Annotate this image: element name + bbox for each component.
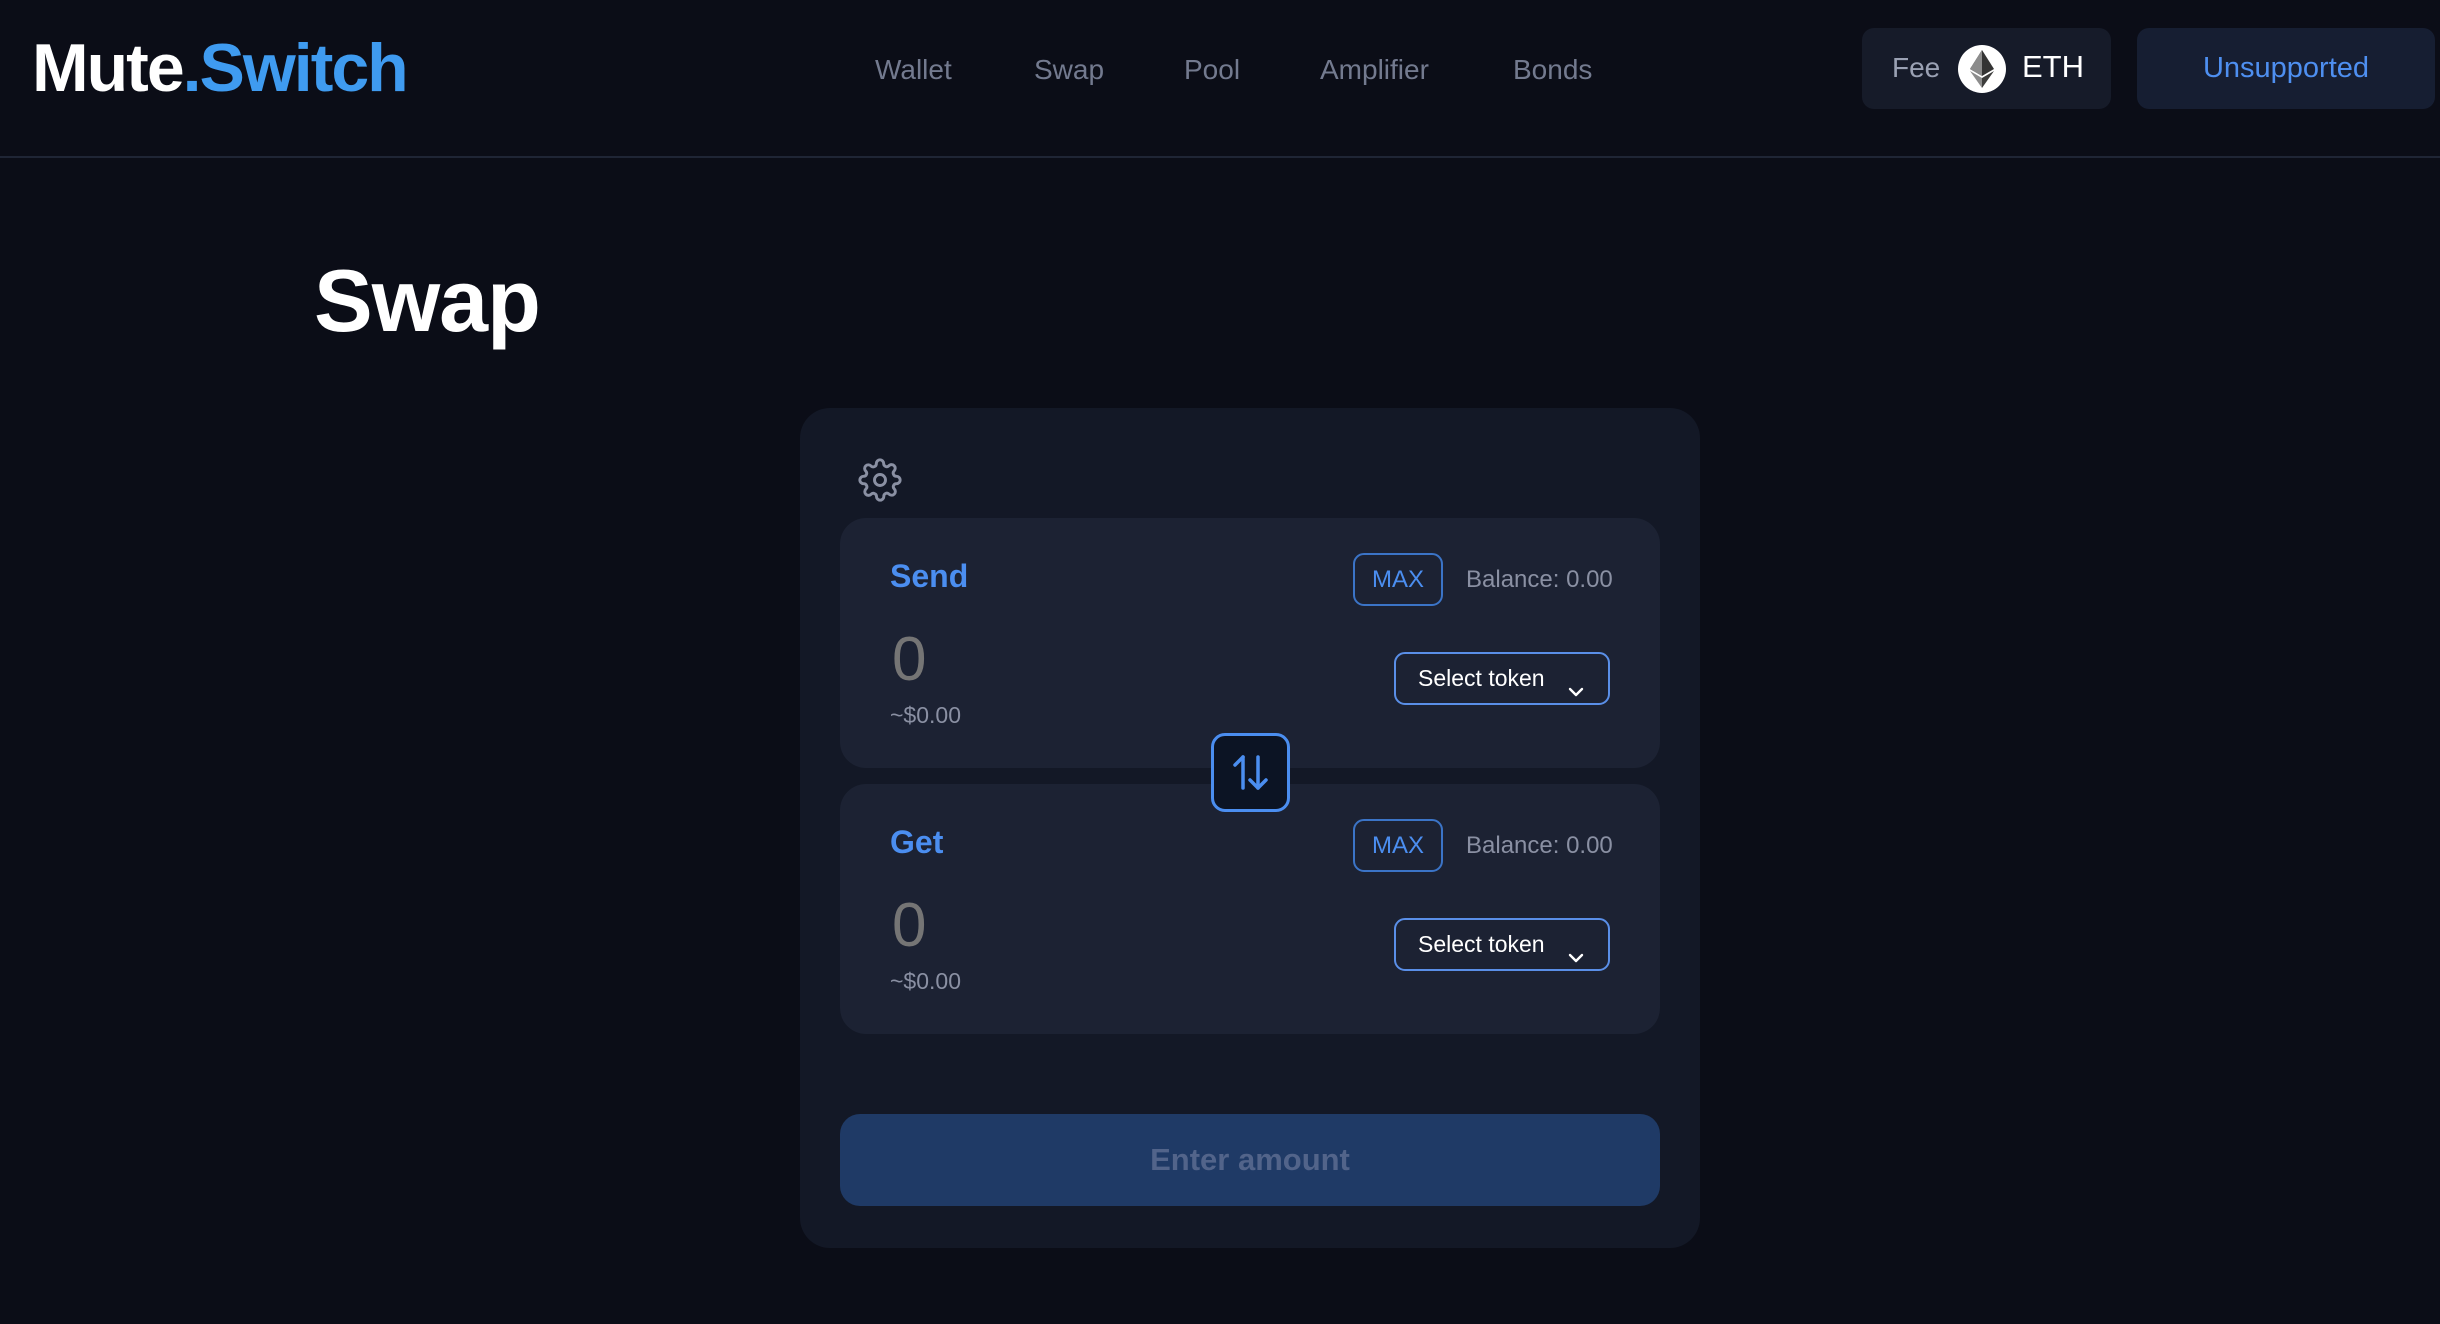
send-fiat-value: ~$0.00: [890, 702, 961, 728]
send-select-token-label: Select token: [1418, 665, 1545, 691]
chevron-down-icon: [1566, 936, 1586, 985]
get-balance: Balance: 0.00: [1466, 832, 1613, 859]
send-panel: Send MAX Balance: 0.00 ~$0.00 Select tok…: [840, 518, 1660, 768]
chevron-down-icon: [1566, 670, 1586, 719]
swap-card: Send MAX Balance: 0.00 ~$0.00 Select tok…: [800, 408, 1700, 1248]
get-amount-input[interactable]: [892, 892, 1192, 960]
fee-token-selector[interactable]: Fee ETH: [1862, 28, 2111, 109]
send-max-button[interactable]: MAX: [1353, 553, 1443, 606]
logo[interactable]: Mute.Switch: [32, 28, 409, 108]
gear-icon[interactable]: [858, 458, 902, 502]
get-fiat-value: ~$0.00: [890, 968, 961, 994]
send-label: Send: [890, 558, 969, 594]
get-select-token-button[interactable]: Select token: [1394, 918, 1610, 971]
top-header: Mute.Switch Wallet Swap Pool Amplifier B…: [0, 0, 2440, 158]
fee-label: Fee: [1892, 52, 1941, 83]
enter-amount-button[interactable]: Enter amount: [840, 1114, 1660, 1206]
nav-item-amplifier[interactable]: Amplifier: [1320, 50, 1429, 90]
send-balance: Balance: 0.00: [1466, 566, 1613, 593]
page-title: Swap: [314, 251, 541, 350]
get-select-token-label: Select token: [1418, 931, 1545, 957]
get-max-button[interactable]: MAX: [1353, 819, 1443, 872]
nav-item-wallet[interactable]: Wallet: [875, 50, 952, 90]
nav-item-swap[interactable]: Swap: [1034, 50, 1104, 90]
nav-item-bonds[interactable]: Bonds: [1513, 50, 1592, 90]
swap-direction-button[interactable]: [1211, 733, 1290, 812]
send-amount-input[interactable]: [892, 626, 1192, 694]
get-label: Get: [890, 824, 944, 860]
fee-token-label: ETH: [2022, 49, 2084, 84]
send-select-token-button[interactable]: Select token: [1394, 652, 1610, 705]
network-status-button[interactable]: Unsupported: [2137, 28, 2435, 109]
get-panel: Get MAX Balance: 0.00 ~$0.00 Select toke…: [840, 784, 1660, 1034]
nav-item-pool[interactable]: Pool: [1184, 50, 1240, 90]
ethereum-icon: [1958, 45, 2006, 93]
